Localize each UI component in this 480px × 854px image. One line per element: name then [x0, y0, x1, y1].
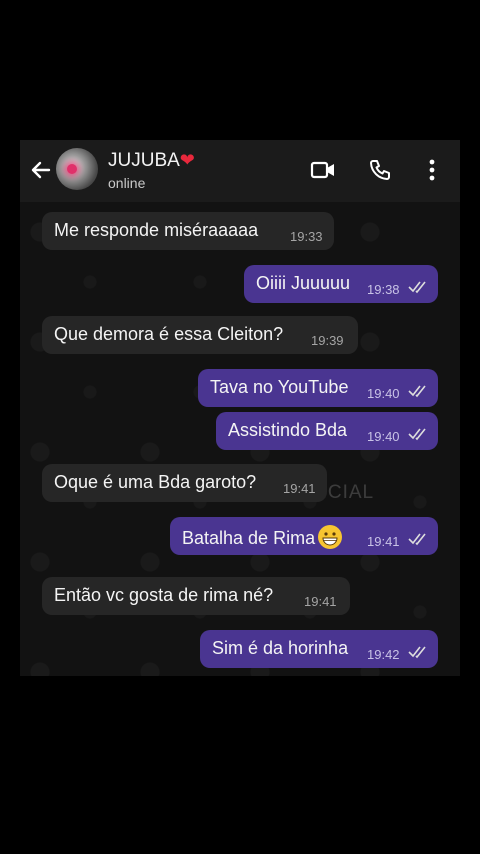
chat-screen: JUJUBA❤ online @DRL_SANTOS_OFICIAL Me re…: [20, 140, 460, 676]
message-outgoing[interactable]: Tava no YouTube 19:40: [198, 369, 438, 407]
message-outgoing[interactable]: Assistindo Bda 19:40: [216, 412, 438, 450]
message-incoming[interactable]: Oque é uma Bda garoto? 19:41: [42, 464, 327, 502]
double-check-icon: [408, 281, 426, 294]
grinning-face-emoji: [318, 525, 343, 549]
message-outgoing[interactable]: Batalha de Rima 19:41: [170, 517, 438, 555]
double-check-icon: [408, 646, 426, 659]
contact-name[interactable]: JUJUBA❤: [108, 150, 195, 172]
heart-emoji: ❤: [179, 150, 195, 170]
message-outgoing[interactable]: Oiiii Juuuuu 19:38: [244, 265, 438, 303]
chat-header: JUJUBA❤ online: [20, 140, 460, 202]
double-check-icon: [408, 385, 426, 398]
avatar[interactable]: [56, 148, 98, 190]
message-outgoing[interactable]: Sim é da horinha 19:42: [200, 630, 438, 668]
message-list[interactable]: @DRL_SANTOS_OFICIAL Me responde miséraaa…: [20, 202, 460, 676]
double-check-icon: [408, 428, 426, 441]
message-incoming[interactable]: Me responde miséraaaaa 19:33: [42, 212, 334, 250]
message-incoming[interactable]: Então vc gosta de rima né? 19:41: [42, 577, 350, 615]
back-arrow-icon[interactable]: [29, 158, 53, 182]
message-incoming[interactable]: Que demora é essa Cleiton? 19:39: [42, 316, 358, 354]
phone-icon[interactable]: [368, 158, 392, 182]
contact-status: online: [108, 175, 146, 191]
video-call-icon[interactable]: [310, 158, 336, 182]
double-check-icon: [408, 533, 426, 546]
more-vert-icon[interactable]: [424, 158, 440, 182]
